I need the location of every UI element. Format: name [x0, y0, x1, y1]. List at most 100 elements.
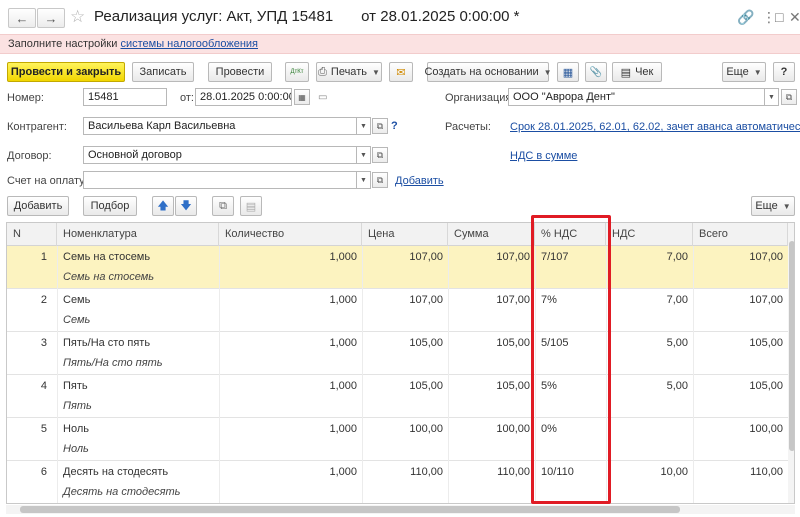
- cell-n[interactable]: 5: [7, 418, 52, 440]
- contract-open-button[interactable]: ⧉: [372, 147, 388, 163]
- counterparty-open-button[interactable]: ⧉: [372, 118, 388, 134]
- add-invoice-link[interactable]: Добавить: [395, 175, 444, 187]
- cell-sum[interactable]: 107,00: [448, 289, 535, 311]
- cell-total[interactable]: 100,00: [693, 418, 788, 440]
- invoice-dropdown[interactable]: ▼: [357, 171, 371, 189]
- create-based-on-button[interactable]: Создать на основании ▼: [424, 62, 552, 82]
- maximize-icon[interactable]: □: [775, 9, 783, 25]
- cell-quantity[interactable]: 1,000: [219, 332, 362, 354]
- counterparty-help-icon[interactable]: ?: [391, 120, 398, 132]
- cell-item[interactable]: Пять/На сто пять: [63, 332, 213, 354]
- table-row[interactable]: 1 Семь на стосемь 1,000 107,00 107,00 7/107 7,…: [7, 246, 788, 289]
- email-button[interactable]: ✉: [389, 62, 413, 82]
- vertical-scroll-thumb[interactable]: [789, 241, 794, 451]
- column-header-price[interactable]: Цена: [362, 223, 448, 246]
- cell-n[interactable]: 3: [7, 332, 52, 354]
- invoice-field[interactable]: [83, 171, 357, 189]
- table-row[interactable]: 4 Пять 1,000 105,00 105,00 5% 5,00 105,00 Пять: [7, 375, 788, 418]
- cell-quantity[interactable]: 1,000: [219, 246, 362, 268]
- cell-total[interactable]: 107,00: [693, 246, 788, 268]
- cell-n[interactable]: 4: [7, 375, 52, 397]
- cell-item-content[interactable]: Пять: [63, 396, 92, 417]
- cell-item[interactable]: Семь на стосемь: [63, 246, 213, 268]
- cell-vat-rate[interactable]: 0%: [541, 418, 606, 440]
- cell-vat-rate[interactable]: 5/105: [541, 332, 606, 354]
- copy-row-button[interactable]: ⧉: [212, 196, 234, 216]
- cell-item-content[interactable]: Ноль: [63, 439, 89, 460]
- more-menu-icon[interactable]: ⋮: [762, 9, 776, 26]
- cell-price[interactable]: 105,00: [362, 332, 448, 354]
- column-header-n[interactable]: N: [7, 223, 57, 246]
- cell-item-content[interactable]: Пять/На сто пять: [63, 353, 163, 374]
- column-header-vat[interactable]: НДС: [606, 223, 693, 246]
- help-button[interactable]: ?: [773, 62, 795, 82]
- close-icon[interactable]: ✕: [789, 9, 800, 26]
- cell-quantity[interactable]: 1,000: [219, 375, 362, 397]
- cell-quantity[interactable]: 1,000: [219, 418, 362, 440]
- back-button[interactable]: ←: [8, 8, 36, 28]
- cell-n[interactable]: 6: [7, 461, 52, 483]
- cell-sum[interactable]: 105,00: [448, 332, 535, 354]
- cell-n[interactable]: 2: [7, 289, 52, 311]
- cell-item[interactable]: Ноль: [63, 418, 213, 440]
- post-and-close-button[interactable]: Провести и закрыть: [7, 62, 125, 82]
- cell-total[interactable]: 107,00: [693, 289, 788, 311]
- table-row[interactable]: 3 Пять/На сто пять 1,000 105,00 105,00 5/105 5…: [7, 332, 788, 375]
- cell-total[interactable]: 105,00: [693, 375, 788, 397]
- column-header-item[interactable]: Номенклатура: [57, 223, 219, 246]
- cell-price[interactable]: 100,00: [362, 418, 448, 440]
- organization-field[interactable]: ООО "Аврора Дент": [508, 88, 765, 106]
- table-row[interactable]: 5 Ноль 1,000 100,00 100,00 0% 100,00 Ноль: [7, 418, 788, 461]
- cell-item[interactable]: Пять: [63, 375, 213, 397]
- cell-vat-rate[interactable]: 5%: [541, 375, 606, 397]
- paste-row-button[interactable]: ▤: [240, 196, 262, 216]
- horizontal-scrollbar[interactable]: [6, 505, 795, 514]
- date-field[interactable]: 28.01.2025 0:00:00: [195, 88, 292, 106]
- dt-kt-button[interactable]: ДтКт: [285, 62, 309, 82]
- cell-vat[interactable]: 5,00: [606, 332, 693, 354]
- print-button[interactable]: ⎙ Печать ▼: [316, 62, 382, 82]
- column-header-quantity[interactable]: Количество: [219, 223, 362, 246]
- cell-n[interactable]: 1: [7, 246, 52, 268]
- post-button[interactable]: Провести: [208, 62, 272, 82]
- cell-item[interactable]: Десять на стодесять: [63, 461, 213, 483]
- calendar-button[interactable]: ▦: [294, 89, 310, 105]
- vertical-scrollbar[interactable]: [788, 223, 794, 503]
- forward-button[interactable]: →: [37, 8, 65, 28]
- link-icon[interactable]: 🔗: [737, 9, 754, 26]
- cell-sum[interactable]: 105,00: [448, 375, 535, 397]
- table-row[interactable]: 6 Десять на стодесять 1,000 110,00 110,00 10/…: [7, 461, 788, 503]
- counterparty-dropdown[interactable]: ▼: [357, 117, 371, 135]
- save-button[interactable]: Записать: [132, 62, 194, 82]
- cell-vat[interactable]: 5,00: [606, 375, 693, 397]
- organization-dropdown[interactable]: ▼: [765, 88, 779, 106]
- move-down-button[interactable]: 🡇: [175, 196, 197, 216]
- pick-button[interactable]: Подбор: [83, 196, 137, 216]
- cell-vat-rate[interactable]: 7/107: [541, 246, 606, 268]
- cell-price[interactable]: 107,00: [362, 289, 448, 311]
- more-button[interactable]: Еще ▼: [722, 62, 766, 82]
- horizontal-scroll-thumb[interactable]: [20, 506, 680, 513]
- cell-sum[interactable]: 100,00: [448, 418, 535, 440]
- cell-total[interactable]: 110,00: [693, 461, 788, 483]
- cell-vat[interactable]: 7,00: [606, 289, 693, 311]
- comment-icon[interactable]: ▭: [318, 92, 327, 103]
- cell-vat[interactable]: 7,00: [606, 246, 693, 268]
- contract-dropdown[interactable]: ▼: [357, 146, 371, 164]
- attach-button[interactable]: 📎: [585, 62, 607, 82]
- cell-vat-rate[interactable]: 10/110: [541, 461, 606, 483]
- counterparty-field[interactable]: Васильева Карл Васильевна: [83, 117, 357, 135]
- cell-quantity[interactable]: 1,000: [219, 289, 362, 311]
- structure-button[interactable]: ▦: [557, 62, 579, 82]
- cell-vat[interactable]: 10,00: [606, 461, 693, 483]
- column-header-sum[interactable]: Сумма: [448, 223, 535, 246]
- cell-sum[interactable]: 107,00: [448, 246, 535, 268]
- favorite-star-icon[interactable]: ☆: [70, 7, 85, 27]
- cell-item-content[interactable]: Десять на стодесять: [63, 482, 180, 503]
- table-row[interactable]: 2 Семь 1,000 107,00 107,00 7% 7,00 107,00 Семь: [7, 289, 788, 332]
- vat-in-sum-link[interactable]: НДС в сумме: [510, 150, 577, 162]
- invoice-open-button[interactable]: ⧉: [372, 172, 388, 188]
- column-header-vat-rate[interactable]: % НДС: [535, 223, 606, 246]
- cell-item[interactable]: Семь: [63, 289, 213, 311]
- add-row-button[interactable]: Добавить: [7, 196, 69, 216]
